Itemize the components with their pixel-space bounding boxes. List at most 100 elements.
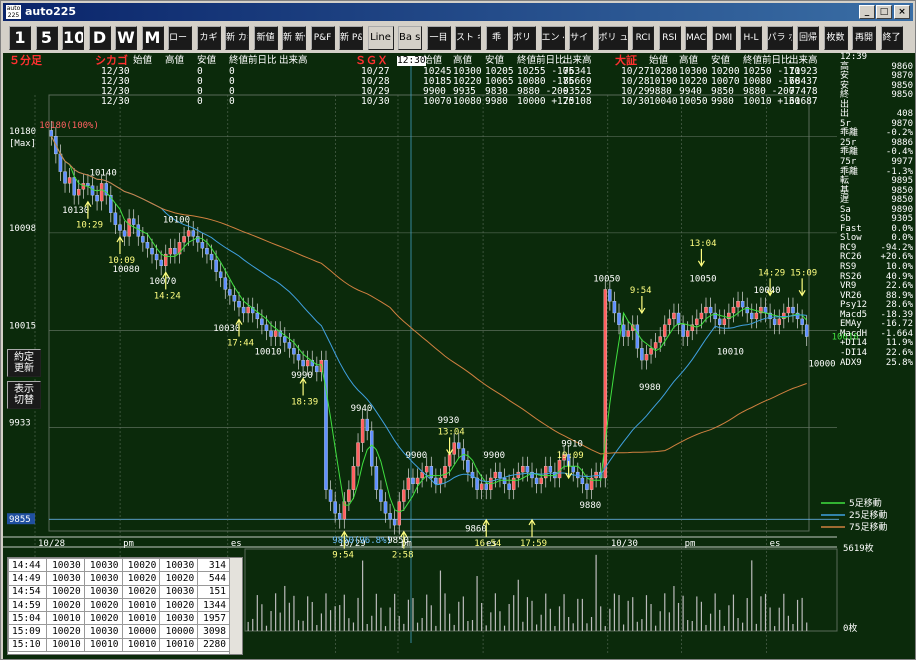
toolbar-button-25[interactable]: DMI bbox=[711, 26, 736, 50]
candle-body bbox=[150, 248, 154, 255]
table-row[interactable]: 14:44 10030 10030 10020 10030 314 bbox=[8, 558, 230, 573]
toolbar-button-10[interactable]: 新 新値 bbox=[282, 26, 306, 50]
candle-body bbox=[301, 359, 305, 367]
toolbar-button-2[interactable]: 10 bbox=[62, 26, 84, 50]
table-row[interactable]: 14:49 10030 10030 10020 10020 544 bbox=[8, 571, 230, 586]
table-cell: 15:10 bbox=[8, 637, 47, 653]
maximize-button[interactable]: □ bbox=[876, 5, 892, 19]
candle-body bbox=[392, 519, 397, 526]
toolbar-button-4[interactable]: W bbox=[115, 26, 137, 50]
table-row[interactable]: 15:09 10020 10030 10000 10000 3098 bbox=[8, 624, 230, 639]
table-cell: 10010 bbox=[45, 637, 85, 653]
toggle-display-button[interactable]: 表示 切替 bbox=[7, 381, 41, 409]
hdr-osaka-cell: 10/30 bbox=[621, 96, 650, 107]
candle-body bbox=[260, 318, 264, 325]
toolbar-button-18[interactable]: ボリ ン bbox=[512, 26, 536, 50]
table-row[interactable]: 14:59 10020 10020 10010 10020 1344 bbox=[8, 597, 230, 613]
price-label: 9940 bbox=[351, 404, 373, 414]
hdr-chicago-col-3: 終値前日比 bbox=[229, 55, 277, 66]
table-row[interactable]: 15:10 10010 10010 10010 10010 2280 bbox=[8, 637, 230, 653]
price-label: 10080 bbox=[113, 265, 140, 275]
toolbar-button-29[interactable]: 枚数 bbox=[823, 26, 848, 50]
candle-body bbox=[800, 318, 804, 325]
toolbar-button-1[interactable]: 5 bbox=[35, 26, 58, 50]
toolbar-button-13[interactable]: Line bbox=[367, 26, 394, 50]
toolbar-button-5[interactable]: M bbox=[141, 26, 164, 50]
table-cell: 10020 bbox=[83, 597, 123, 613]
candle-body bbox=[118, 224, 122, 231]
candle-body bbox=[388, 513, 392, 520]
table-cell: 10020 bbox=[45, 584, 85, 599]
toolbar-button-0[interactable]: 1 bbox=[9, 26, 31, 50]
toolbar-button-3[interactable]: D bbox=[88, 26, 111, 50]
toolbar-button-12[interactable]: 新 P&F bbox=[339, 26, 363, 50]
table-cell: 10030 bbox=[159, 611, 199, 626]
candle-body bbox=[722, 318, 727, 325]
price-label: 10050 bbox=[593, 274, 620, 284]
hdr-osaka-col-1: 高値 bbox=[679, 55, 699, 66]
candle-body bbox=[383, 501, 388, 514]
toolbar-button-15[interactable]: 一目 bbox=[426, 26, 451, 50]
table-cell: 2280 bbox=[197, 637, 230, 653]
toolbar-button-21[interactable]: ボリ ューム bbox=[597, 26, 628, 50]
candle-body bbox=[736, 301, 740, 308]
chart-area: 10180 10098 10015 9933 [Max] 9855 10/28 pm es 10/… bbox=[3, 52, 915, 659]
toolbar-button-9[interactable]: 新値 bbox=[253, 26, 278, 50]
table-cell: 10030 bbox=[83, 558, 123, 573]
hdr-osaka-cell: 9980 bbox=[711, 96, 734, 107]
tick-table[interactable]: 14:44 10030 10030 10020 10030 314 14:49 10030 10… bbox=[7, 557, 243, 655]
candle-body bbox=[67, 177, 72, 184]
toolbar-button-16[interactable]: スト キャス bbox=[455, 26, 481, 50]
minimize-button[interactable]: _ bbox=[859, 5, 875, 19]
toolbar-button-26[interactable]: H-L bbox=[740, 26, 762, 50]
candle-body bbox=[237, 301, 241, 308]
close-button[interactable]: × bbox=[894, 5, 910, 19]
toolbar-button-27[interactable]: パラ ボリ bbox=[766, 26, 793, 50]
table-cell: 14:44 bbox=[8, 558, 47, 573]
table-cell: 10020 bbox=[45, 624, 85, 639]
price-label: 10140 bbox=[90, 168, 117, 178]
candle-body bbox=[333, 501, 337, 514]
toolbar-button-8[interactable]: 新 カギ bbox=[225, 26, 249, 50]
toolbar-button-6[interactable]: ロー ソク bbox=[168, 26, 192, 50]
candle-body bbox=[644, 354, 649, 361]
candle-body bbox=[370, 430, 374, 467]
toolbar-button-24[interactable]: MAC bbox=[685, 26, 707, 50]
tick-scrollbar[interactable] bbox=[229, 558, 242, 654]
candle-body bbox=[708, 306, 713, 314]
toolbar-button-14[interactable]: Ba sic bbox=[398, 26, 422, 50]
toolbar-button-28[interactable]: 回帰 bbox=[797, 26, 819, 50]
candle-body bbox=[269, 330, 273, 337]
toolbar-button-31[interactable]: 終了 bbox=[880, 26, 903, 50]
candle-body bbox=[411, 477, 415, 485]
candle-body bbox=[507, 483, 511, 490]
toolbar-button-11[interactable]: P&F bbox=[310, 26, 335, 50]
refresh-trades-button[interactable]: 約定 更新 bbox=[7, 349, 41, 377]
candle-body bbox=[406, 477, 411, 490]
table-row[interactable]: 14:54 10020 10030 10020 10030 151 bbox=[8, 584, 230, 599]
candle-body bbox=[232, 295, 237, 302]
candle-body bbox=[571, 466, 575, 473]
toolbar-button-19[interactable]: エン ベ bbox=[540, 26, 565, 50]
table-cell: 10030 bbox=[83, 571, 123, 586]
price-label: 9850 bbox=[387, 536, 409, 546]
toolbar-button-20[interactable]: サイ コ bbox=[569, 26, 593, 50]
y-tick-label: 10180 bbox=[9, 127, 36, 137]
toolbar-button-30[interactable]: 再開 bbox=[852, 26, 876, 50]
candle-body bbox=[548, 466, 553, 473]
candle-body bbox=[740, 301, 745, 308]
toolbar-button-23[interactable]: RSI bbox=[658, 26, 681, 50]
toolbar-button-22[interactable]: RCI bbox=[632, 26, 654, 50]
toolbar-button-7[interactable]: カギ bbox=[196, 26, 221, 50]
table-row[interactable]: 15:04 10010 10020 10010 10030 1957 bbox=[8, 611, 230, 626]
candle-body bbox=[804, 324, 809, 337]
candle-body bbox=[402, 489, 406, 502]
candle-body bbox=[585, 483, 589, 490]
candle-body bbox=[672, 312, 676, 320]
time-mark-label: 17:44 bbox=[227, 339, 254, 349]
time-mark-label: 2:58 bbox=[392, 551, 414, 561]
table-cell: 10010 bbox=[121, 611, 161, 626]
toolbar-button-17[interactable]: 乖 bbox=[485, 26, 508, 50]
candle-body bbox=[658, 336, 662, 343]
title-bar[interactable]: auto 225 auto225 _ □ × bbox=[3, 3, 913, 21]
